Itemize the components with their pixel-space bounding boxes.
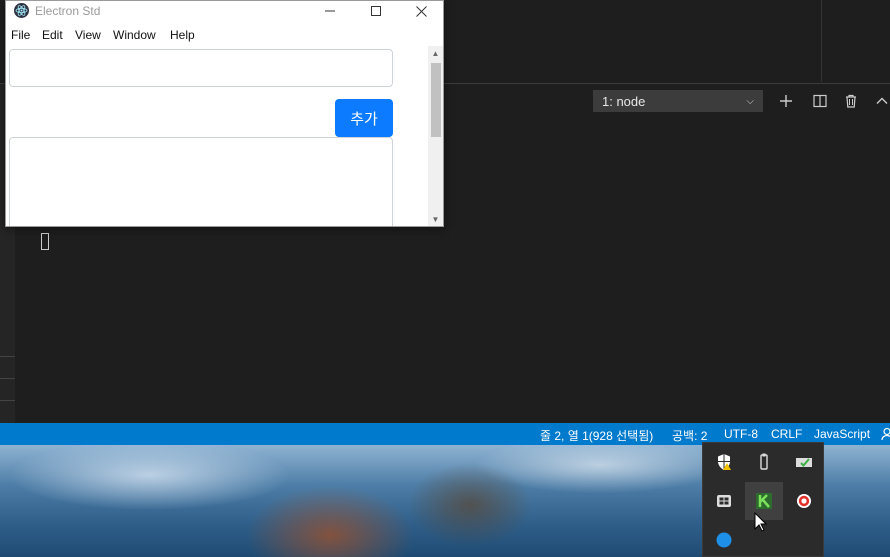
close-icon[interactable] [398,1,443,21]
terminal-panel-controls: 1: node ⌵ [593,90,763,112]
electron-logo-icon [14,3,29,18]
output-textarea[interactable] [9,137,393,226]
chevron-up-icon[interactable] [873,92,890,110]
scroll-thumb[interactable] [431,63,441,137]
new-terminal-icon[interactable] [777,92,795,110]
maximize-icon[interactable] [353,1,399,21]
trash-icon[interactable] [842,92,860,110]
status-encoding[interactable]: UTF-8 [724,427,758,441]
terminal-select[interactable]: 1: node ⌵ [593,90,763,112]
split-terminal-icon[interactable] [811,92,829,110]
record-icon[interactable] [785,482,823,520]
vertical-scrollbar[interactable]: ▲ ▼ [428,46,443,226]
status-language[interactable]: JavaScript [814,427,870,441]
terminal-cursor [41,233,49,250]
app-grid-icon[interactable] [705,482,743,520]
usb-drive-icon[interactable] [745,443,783,481]
add-button[interactable]: 추가 [335,99,393,137]
todo-input[interactable] [9,49,393,87]
scroll-down-icon[interactable]: ▼ [428,212,443,226]
tray-overflow-popup [702,442,824,557]
window-title: Electron Std [35,4,101,18]
menu-view[interactable]: View [75,28,101,42]
scroll-up-icon[interactable]: ▲ [428,46,443,60]
chevron-down-icon: ⌵ [746,95,754,107]
menu-help[interactable]: Help [170,28,195,42]
terminal-select-label: 1: node [602,93,646,109]
menu-window[interactable]: Window [113,28,156,42]
onedrive-sync-icon[interactable] [785,443,823,481]
menu-edit[interactable]: Edit [42,28,63,42]
status-eol[interactable]: CRLF [771,427,802,441]
title-bar[interactable]: Electron Std [6,1,443,21]
feedback-icon[interactable] [881,427,890,444]
electron-window: Electron Std File Edit View Window Help … [5,0,444,227]
blue-dot-icon[interactable] [705,521,743,557]
mouse-pointer-icon [754,511,768,537]
window-content: 추가 [6,46,428,226]
windows-security-warning-icon[interactable] [705,443,743,481]
status-cursor-position[interactable]: 줄 2, 열 1(928 선택됨) [540,427,653,444]
menu-file[interactable]: File [11,28,30,42]
editor-divider [821,0,822,82]
minimize-icon[interactable] [307,1,353,21]
